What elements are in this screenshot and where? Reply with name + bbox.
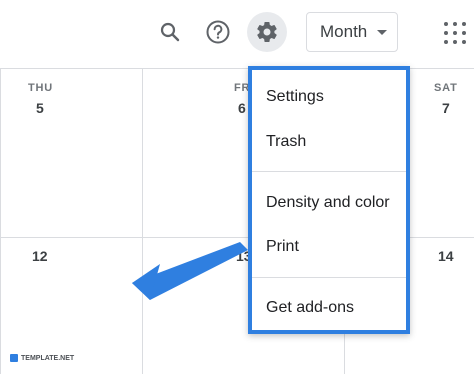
view-selector-label: Month <box>320 22 368 41</box>
date-number[interactable]: 7 <box>442 100 450 116</box>
menu-item-print[interactable]: Print <box>266 238 299 256</box>
grid-line <box>0 68 1 374</box>
apps-grid-icon[interactable] <box>444 22 466 44</box>
help-button[interactable] <box>198 12 238 52</box>
watermark-text: TEMPLATE.NET <box>21 354 75 362</box>
menu-item-density-and-color[interactable]: Density and color <box>266 194 390 212</box>
watermark: TEMPLATE.NET <box>10 354 74 362</box>
menu-item-settings[interactable]: Settings <box>266 88 324 106</box>
date-number[interactable]: 6 <box>238 100 246 116</box>
date-number[interactable]: 14 <box>438 248 454 264</box>
view-selector[interactable]: Month <box>306 12 398 52</box>
help-icon <box>206 20 230 44</box>
menu-item-get-add-ons[interactable]: Get add-ons <box>266 299 354 317</box>
day-name-sat: SAT <box>434 82 458 94</box>
search-icon <box>160 22 180 42</box>
settings-menu: Settings Trash Density and color Print G… <box>248 66 410 334</box>
date-number[interactable]: 5 <box>36 100 44 116</box>
menu-divider <box>252 171 406 172</box>
menu-item-trash[interactable]: Trash <box>266 133 306 151</box>
day-name-thu: THU <box>28 82 54 94</box>
gear-icon <box>257 22 277 43</box>
date-number[interactable]: 12 <box>32 248 48 264</box>
settings-button[interactable] <box>247 12 287 52</box>
top-toolbar: Month <box>0 0 474 68</box>
chevron-down-icon <box>377 30 387 35</box>
template-logo-icon <box>10 354 18 362</box>
search-button[interactable] <box>150 12 190 52</box>
grid-line <box>142 68 143 374</box>
menu-divider <box>252 277 406 278</box>
